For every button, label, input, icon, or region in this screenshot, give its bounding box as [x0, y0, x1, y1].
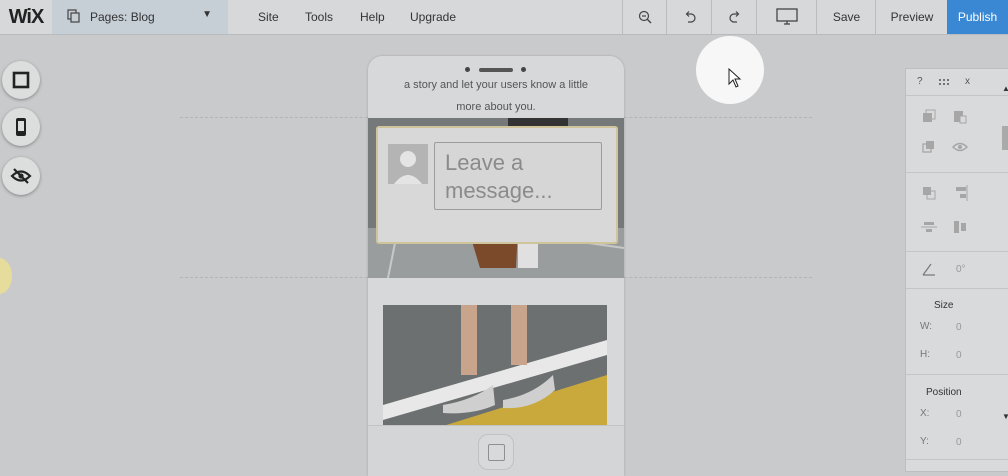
phone-bottom-bar [368, 425, 624, 476]
position-title: Position [926, 387, 962, 398]
panel-separator [906, 251, 1008, 252]
x-label: X: [920, 408, 930, 419]
help-button[interactable]: ? [917, 76, 923, 87]
menu-help[interactable]: Help [360, 10, 385, 24]
zoom-out-button[interactable] [622, 0, 667, 34]
chevron-down-icon: ▼ [202, 9, 212, 20]
arrange-icon[interactable] [921, 185, 937, 201]
align-center-icon[interactable] [921, 219, 937, 235]
properties-panel: ? x 0° Size W: 0 H: 0 Position X: 0 Y: 0 [905, 68, 1008, 472]
distribute-icon[interactable] [952, 219, 968, 235]
redo-button[interactable] [711, 0, 757, 34]
width-value[interactable]: 0 [956, 322, 962, 333]
message-placeholder-line2: message... [445, 178, 553, 203]
preview-button[interactable]: Preview [875, 0, 948, 34]
menu-tools[interactable]: Tools [305, 10, 333, 24]
panel-header: ? x [906, 69, 1008, 96]
y-label: Y: [920, 436, 929, 447]
top-toolbar: WiX Pages: Blog ▼ Site Tools Help Upgrad… [0, 0, 1008, 35]
desktop-view-button[interactable] [756, 0, 817, 34]
height-value[interactable]: 0 [956, 350, 962, 361]
desktop-mode-button[interactable] [2, 61, 40, 99]
scrollbar-thumb[interactable] [1002, 126, 1008, 150]
paste-icon[interactable] [952, 109, 968, 125]
message-placeholder-line1: Leave a [445, 150, 524, 175]
speaker-grill [479, 68, 513, 72]
pages-label: Pages: Blog [90, 10, 155, 24]
redo-icon [728, 11, 739, 23]
shoes-image [383, 305, 607, 426]
mobile-preview-frame: a story and let your users know a little… [368, 56, 624, 476]
cursor-icon [728, 68, 742, 88]
mobile-mode-button[interactable] [2, 108, 40, 146]
hide-eye-icon[interactable] [952, 139, 968, 155]
align-right-icon[interactable] [952, 185, 968, 201]
square-icon [12, 71, 30, 89]
close-button[interactable]: x [965, 76, 970, 87]
user-icon [394, 151, 422, 184]
panel-separator [906, 374, 1008, 375]
hidden-eye-icon [10, 168, 32, 184]
story-text-line1: a story and let your users know a little [403, 79, 589, 91]
panel-separator [906, 288, 1008, 289]
scroll-up-arrow-icon[interactable]: ▲ [1002, 84, 1008, 93]
pages-dropdown[interactable]: Pages: Blog ▼ [52, 0, 228, 34]
mobile-icon [16, 118, 26, 136]
panel-separator [906, 172, 1008, 173]
home-button-icon [488, 444, 505, 461]
rotate-icon[interactable] [921, 261, 937, 277]
message-input[interactable]: Leave a message... [434, 142, 602, 210]
menu-site[interactable]: Site [258, 10, 279, 24]
duplicate-icon[interactable] [921, 139, 937, 155]
story-text-line2: more about you. [456, 101, 536, 113]
hidden-elements-button[interactable] [2, 157, 40, 195]
shoes-photo [383, 305, 607, 426]
desktop-icon [776, 8, 798, 25]
size-title: Size [934, 300, 954, 311]
avatar [388, 144, 428, 184]
publish-button[interactable]: Publish [947, 0, 1008, 34]
menu-upgrade[interactable]: Upgrade [410, 10, 456, 24]
preview-label: Preview [890, 10, 934, 24]
y-value[interactable]: 0 [956, 437, 962, 448]
sensor-dot [521, 67, 526, 72]
scroll-down-arrow-icon[interactable]: ▼ [1002, 412, 1008, 421]
undo-icon [685, 11, 696, 23]
pages-icon [67, 9, 80, 23]
home-button [478, 434, 514, 470]
comment-box-widget[interactable]: Leave a message... [376, 126, 618, 244]
drag-handle-icon[interactable] [938, 78, 952, 86]
copy-icon[interactable] [921, 109, 937, 125]
undo-button[interactable] [666, 0, 712, 34]
camera-dot [465, 67, 470, 72]
height-label: H: [920, 349, 930, 360]
wix-logo[interactable]: WiX [0, 0, 52, 34]
width-label: W: [920, 321, 933, 332]
x-value[interactable]: 0 [956, 409, 962, 420]
click-highlight-left [0, 258, 12, 294]
zoom-out-icon [638, 10, 652, 24]
rotation-value[interactable]: 0° [956, 264, 966, 275]
panel-separator [906, 459, 1008, 460]
save-label: Save [832, 10, 861, 24]
save-button[interactable]: Save [816, 0, 876, 34]
